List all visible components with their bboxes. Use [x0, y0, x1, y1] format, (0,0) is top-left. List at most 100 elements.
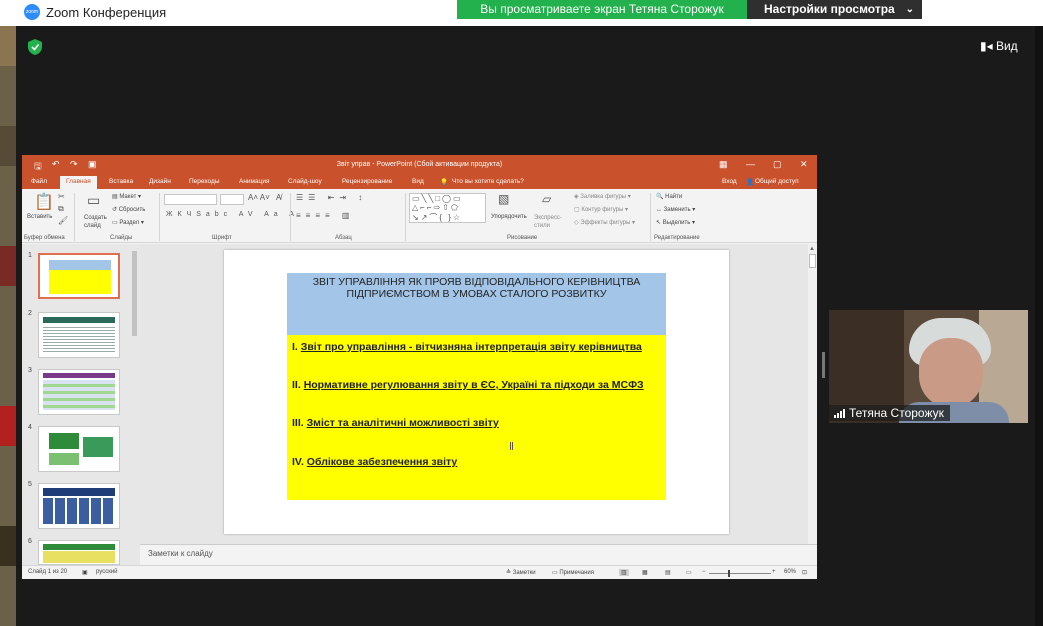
close-icon[interactable]: ✕: [800, 159, 808, 170]
replace-button[interactable]: ↔ Заменить ▾: [656, 206, 695, 213]
thumbnails-scrollbar[interactable]: [132, 251, 137, 336]
spellcheck-icon[interactable]: ▣: [82, 569, 88, 576]
slide-thumbnail-5[interactable]: [38, 483, 120, 529]
font-style-icons[interactable]: ЖКЧSabc AV Aa A: [166, 211, 299, 218]
reset-button[interactable]: ↺ Сбросить: [112, 206, 145, 213]
ppt-status-bar: Слайд 1 из 20 ▣ русский ≜ Заметки ▭ Прим…: [22, 565, 817, 579]
font-name-field[interactable]: [164, 194, 217, 205]
shape-fill-button[interactable]: ◈ Заливка фигуры ▾: [574, 193, 631, 200]
ribbon: 📋 Вставить ✂ ⧉ 🖌 ▭ Создать слайд ▤ Макет…: [22, 189, 817, 243]
slide-number: 3: [28, 367, 32, 374]
item-number: IV.: [292, 456, 304, 468]
tab-slideshow[interactable]: Слайд-шоу: [288, 178, 322, 185]
screen-share-banner: Вы просматриваете экран Тетяна Сторожук: [457, 0, 747, 19]
layout-label: Макет: [119, 194, 137, 200]
current-slide[interactable]: ЗВІТ УПРАВЛІННЯ ЯК ПРОЯВ ВІДПОВІДАЛЬНОГО…: [224, 250, 729, 534]
language-indicator[interactable]: русский: [96, 569, 118, 575]
participant-name: Тетяна Сторожук: [849, 406, 944, 420]
item-text: Нормативне регулювання звіту в ЄС, Украї…: [303, 379, 644, 391]
tab-view[interactable]: Вид: [412, 178, 424, 185]
text-cursor-icon: [510, 442, 513, 450]
tab-home[interactable]: Главная: [60, 176, 97, 189]
scroll-up-icon[interactable]: ▲: [809, 246, 815, 252]
slideshow-icon[interactable]: ▭: [686, 569, 692, 576]
fit-slide-icon[interactable]: ⊡: [802, 569, 807, 576]
font-size-field[interactable]: [220, 194, 244, 205]
chevron-down-icon: ⌄: [905, 4, 914, 15]
align-icons[interactable]: ≡≡≡≡ ▥: [296, 211, 354, 220]
format-painter-icon[interactable]: 🖌: [58, 216, 68, 225]
panel-divider-handle[interactable]: [822, 352, 825, 378]
slide-number: 1: [28, 252, 32, 259]
view-button[interactable]: ▮◂ Вид: [980, 39, 1018, 53]
share-button[interactable]: Общий доступ: [755, 178, 799, 185]
user-icon: 👤: [746, 179, 755, 186]
new-slide-icon[interactable]: ▭: [87, 192, 100, 209]
participant-video[interactable]: Тетяна Сторожук: [829, 310, 1028, 423]
slide-thumbnail-3[interactable]: [38, 369, 120, 415]
slide-content-box[interactable]: I. Звіт про управління - вітчизняна інте…: [287, 335, 666, 500]
tell-me-input[interactable]: Что вы хотите сделать?: [452, 178, 524, 185]
paste-icon[interactable]: 📋: [34, 192, 54, 212]
comments-label: Примечания: [559, 570, 594, 576]
zoom-slider-thumb[interactable]: [728, 570, 730, 577]
normal-view-icon[interactable]: ▥: [619, 569, 629, 576]
slide-thumbnail-4[interactable]: [38, 426, 120, 472]
slide-number: 2: [28, 310, 32, 317]
scroll-thumb[interactable]: [809, 254, 816, 268]
item-number: II.: [292, 379, 301, 391]
tab-insert[interactable]: Вставка: [109, 178, 133, 185]
slide-notes-field[interactable]: Заметки к слайду: [140, 544, 817, 565]
slide-counter: Слайд 1 из 20: [28, 569, 68, 575]
layout-button[interactable]: ▤ Макет ▾: [112, 193, 141, 200]
find-button[interactable]: 🔍 Найти: [656, 193, 682, 200]
shapes-gallery[interactable]: ▭╲╲□◯▭ △⌐⌐⇨⇧⬠ ↘↗⌒{ }☆: [409, 193, 486, 223]
ribbon-display-icon[interactable]: ▦: [719, 159, 728, 170]
slide-thumbnail-2[interactable]: [38, 312, 120, 358]
copy-icon[interactable]: ⧉: [58, 204, 64, 214]
slide-item-4: IV. Облікове забезпечення звіту: [292, 456, 457, 468]
view-button-label: Вид: [995, 39, 1018, 53]
slide-sorter-icon[interactable]: ▦: [642, 569, 648, 576]
section-button[interactable]: ▭ Раздел ▾: [112, 219, 144, 226]
arrange-button[interactable]: Упорядочить: [491, 214, 527, 220]
zoom-slider[interactable]: [709, 573, 771, 574]
list-icons[interactable]: ☰☰ ⇤⇥ ↕: [296, 193, 367, 202]
select-button[interactable]: ↖ Выделить ▾: [656, 219, 695, 226]
slide-title-box[interactable]: ЗВІТ УПРАВЛІННЯ ЯК ПРОЯВ ВІДПОВІДАЛЬНОГО…: [287, 273, 666, 335]
cut-icon[interactable]: ✂: [58, 192, 65, 201]
notes-button[interactable]: ≜ Заметки: [506, 569, 536, 576]
slide-vertical-scrollbar[interactable]: ▲: [808, 244, 817, 544]
new-slide-button[interactable]: Создать слайд: [84, 214, 110, 230]
paste-button[interactable]: Вставить: [27, 214, 52, 220]
zoom-out-icon[interactable]: −: [702, 569, 706, 575]
tab-design[interactable]: Дизайн: [149, 178, 171, 185]
grow-font-icon[interactable]: A˄ A˅: [248, 193, 270, 202]
quick-styles-button[interactable]: Экспресс-стили: [534, 214, 568, 230]
reading-view-icon[interactable]: ▤: [665, 569, 671, 576]
shape-effects-button[interactable]: ◇ Эффекты фигуры ▾: [574, 219, 635, 226]
clear-format-icon[interactable]: A̸: [276, 193, 281, 202]
minimize-icon[interactable]: —: [746, 159, 755, 169]
quick-styles-icon[interactable]: ▱: [542, 192, 551, 206]
arrange-icon[interactable]: ▧: [498, 192, 509, 206]
ppt-window-title: Звіт управ - PowerPoint (Сбой активации …: [336, 161, 503, 168]
view-settings-button[interactable]: Настройки просмотра ⌄: [747, 0, 922, 19]
zoom-in-icon[interactable]: +: [772, 569, 776, 575]
powerpoint-window: 🖫 ↶ ↷ ▣ Звіт управ - PowerPoint (Сбой ак…: [22, 155, 817, 579]
shape-outline-button[interactable]: ▢ Контур фигуры ▾: [574, 206, 628, 213]
slide-number: 6: [28, 538, 32, 545]
zoom-level[interactable]: 60%: [784, 569, 796, 575]
slide-thumbnail-1[interactable]: [38, 253, 120, 299]
slide-number: 4: [28, 424, 32, 431]
maximize-icon[interactable]: ▢: [773, 159, 782, 170]
tab-review[interactable]: Рецензирование: [342, 178, 392, 185]
tab-animations[interactable]: Анимация: [239, 178, 270, 185]
slide-thumbnail-6[interactable]: [38, 540, 120, 565]
reset-label: Сбросить: [118, 207, 146, 213]
tab-file[interactable]: Файл: [31, 178, 47, 185]
shape-fill-label: Заливка фигуры: [580, 194, 627, 200]
tab-transitions[interactable]: Переходы: [189, 178, 220, 185]
comments-button[interactable]: ▭ Примечания: [552, 569, 594, 576]
sign-in-link[interactable]: Вход: [722, 178, 737, 185]
